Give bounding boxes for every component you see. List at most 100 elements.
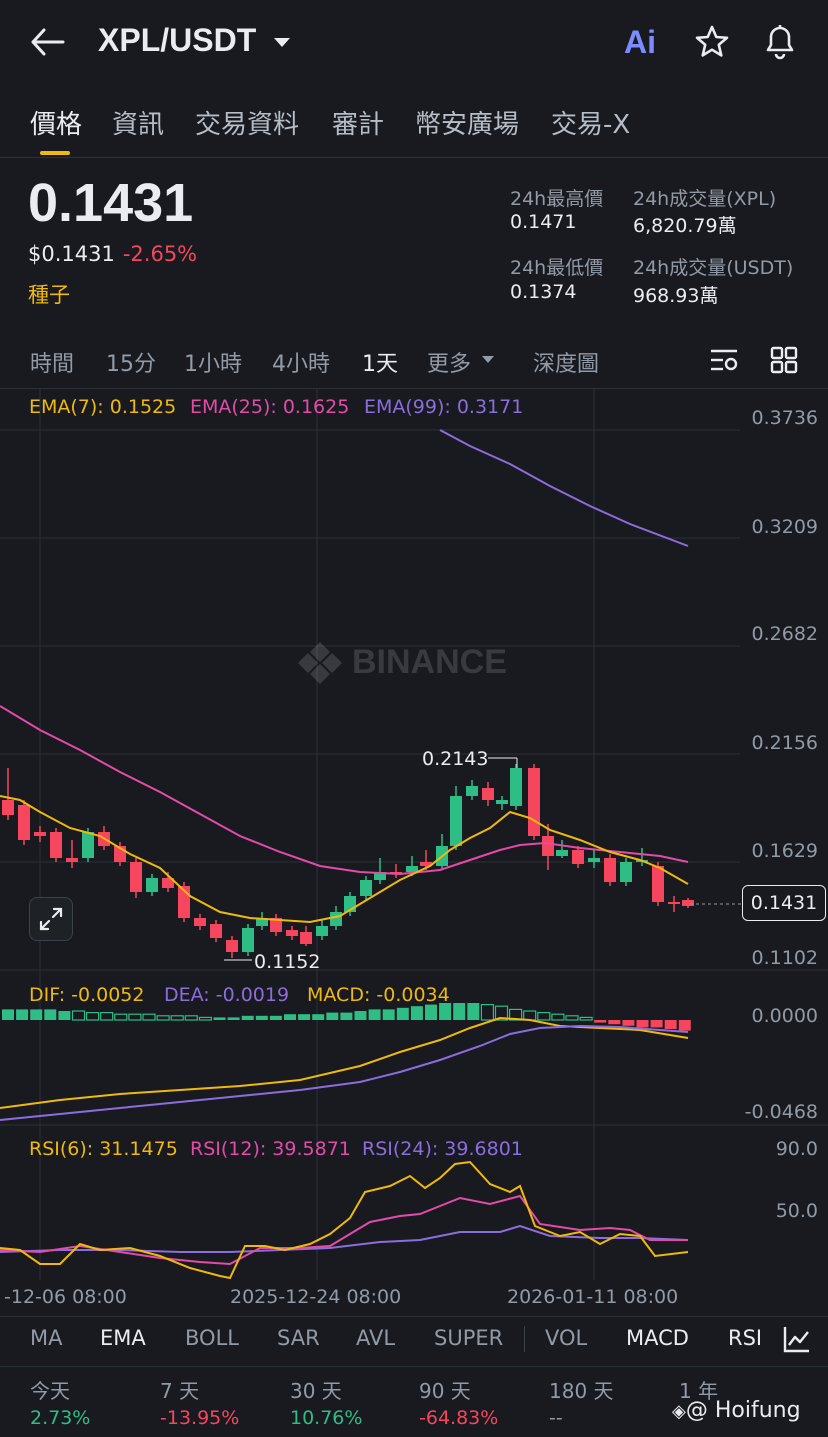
candle-body (466, 786, 478, 796)
more-caret-icon[interactable] (481, 355, 495, 365)
ema7-legend: EMA(7): 0.1525 (29, 396, 177, 418)
tab-trade-x[interactable]: 交易-X (551, 104, 630, 141)
candle-body (50, 832, 62, 858)
ind-boll[interactable]: BOLL (185, 1326, 239, 1350)
macd-bar (128, 1013, 142, 1021)
tab-trading-data[interactable]: 交易資料 (195, 104, 299, 141)
macd-bar (114, 1013, 128, 1021)
macd-bar (579, 1016, 593, 1021)
macd-bar (156, 1015, 170, 1021)
macd-bar (198, 1016, 212, 1021)
last-price: 0.1431 (28, 173, 194, 233)
seed-tag[interactable]: 種子 (28, 279, 70, 309)
candle-body (450, 796, 462, 846)
macd-bar (312, 1014, 325, 1020)
ind-avl[interactable]: AVL (356, 1326, 395, 1350)
current-price-tag: 0.1431 (742, 885, 826, 921)
perf-value: 10.76% (290, 1407, 363, 1429)
dea-line (0, 1024, 689, 1121)
rsi24-legend: RSI(24): 39.6801 (362, 1138, 523, 1160)
tf-time[interactable]: 時間 (30, 346, 74, 378)
perf-value: -13.95% (160, 1407, 240, 1429)
tf-1d[interactable]: 1天 (362, 346, 398, 378)
macd-bar (453, 1003, 466, 1020)
candle-body (620, 862, 632, 882)
ind-ma[interactable]: MA (30, 1326, 62, 1350)
usd-price: $0.1431 (28, 242, 115, 266)
active-tab-indicator (40, 151, 70, 155)
grid-icon[interactable] (770, 346, 798, 374)
x-tick: 2025-12-24 08:00 (230, 1286, 402, 1308)
tf-1h[interactable]: 1小時 (184, 346, 242, 378)
ind-rsi[interactable]: RSI (728, 1326, 762, 1350)
ind-super[interactable]: SUPER (434, 1326, 503, 1350)
candle-body (510, 768, 522, 806)
candle-body (226, 940, 238, 952)
tf-depth[interactable]: 深度圖 (533, 346, 599, 378)
rsi-y-tick: 50.0 (775, 1200, 818, 1222)
bell-icon[interactable] (762, 22, 798, 60)
tf-15m[interactable]: 15分 (106, 346, 156, 378)
macd-bar (368, 1009, 381, 1020)
rsi-y-tick: 90.0 (775, 1138, 818, 1160)
ind-macd[interactable]: MACD (626, 1326, 689, 1350)
candle-body (210, 924, 222, 938)
x-tick: -12-06 08:00 (4, 1286, 127, 1308)
macd-bar (227, 1017, 240, 1020)
perf-value: 2.73% (30, 1407, 91, 1429)
star-icon[interactable] (694, 24, 730, 60)
ind-vol[interactable]: VOL (545, 1326, 587, 1350)
divider (0, 1366, 828, 1367)
low-value: 0.1374 (510, 281, 577, 303)
tab-info[interactable]: 資訊 (112, 104, 164, 141)
vol-usdt-value: 968.93萬 (633, 285, 719, 307)
vol-usdt-label: 24h成交量(USDT) (633, 257, 794, 279)
ai-icon[interactable]: Ai (624, 24, 656, 61)
chart-settings-icon[interactable] (709, 347, 739, 373)
macd-bar (678, 1020, 691, 1031)
dif-line (0, 1016, 689, 1109)
candle-body (528, 768, 540, 836)
macd-bar (255, 1015, 268, 1020)
rsi12-legend: RSI(12): 39.5871 (190, 1138, 351, 1160)
perf-value: -- (549, 1407, 563, 1429)
candle-body (572, 850, 584, 864)
ind-ema[interactable]: EMA (100, 1326, 146, 1350)
perf-label: 90 天 (419, 1379, 471, 1403)
dropdown-caret-icon[interactable] (272, 36, 292, 50)
macd-bar (410, 1006, 423, 1020)
rsi6-line (0, 1160, 689, 1280)
candle-body (604, 858, 616, 882)
binance-watermark: BINANCE (298, 642, 507, 684)
tab-binance-square[interactable]: 幣安廣場 (415, 104, 519, 141)
candle-body (242, 928, 254, 952)
ind-sar[interactable]: SAR (277, 1326, 320, 1350)
expand-chart-button[interactable] (29, 897, 73, 941)
macd-bar (664, 1020, 677, 1029)
macd-bar (284, 1014, 296, 1020)
pair-title[interactable]: XPL/USDT (98, 22, 256, 59)
candle-body (18, 805, 30, 840)
perf-label: 30 天 (290, 1379, 342, 1403)
macd-bar (241, 1015, 254, 1020)
kline-chart[interactable]: BINANCE 0.2143 0.1152 (0, 388, 828, 1318)
macd-bar (537, 1011, 551, 1021)
candle-body (66, 858, 78, 862)
macd-bar (608, 1020, 621, 1025)
back-arrow-icon[interactable] (30, 28, 66, 56)
tab-price[interactable]: 價格 (30, 104, 82, 141)
candle-body (330, 912, 342, 926)
candle-body (316, 926, 328, 936)
macd-bar (170, 1015, 184, 1021)
dea-legend: DEA: -0.0019 (164, 984, 290, 1006)
macd-bar (340, 1012, 353, 1020)
expand-icon (39, 907, 63, 931)
y-tick: 0.3736 (751, 407, 818, 429)
tf-4h[interactable]: 4小時 (272, 346, 330, 378)
tf-more[interactable]: 更多 (427, 346, 471, 378)
indicator-chart-icon[interactable] (782, 1324, 812, 1354)
candle-body (2, 800, 14, 815)
perf-label: 7 天 (160, 1379, 200, 1403)
watermark-text: BINANCE (352, 643, 507, 681)
tab-audit[interactable]: 審計 (332, 104, 384, 141)
